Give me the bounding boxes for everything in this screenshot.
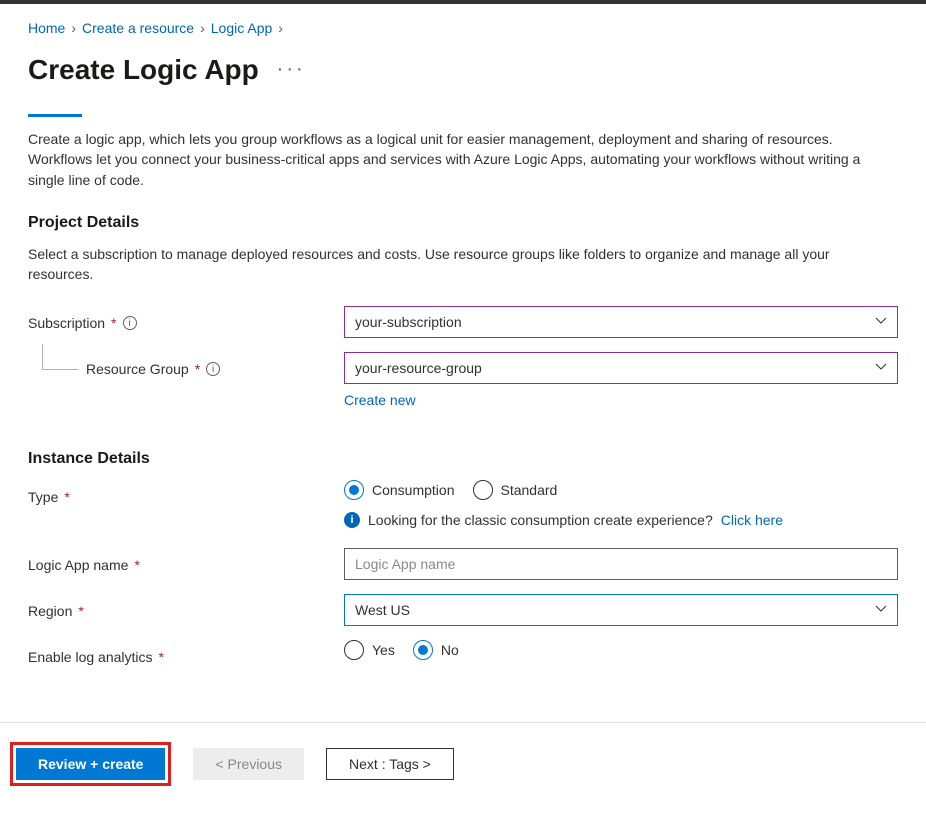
type-label: Type [28,489,58,505]
logic-app-name-input[interactable] [344,548,898,580]
required-icon: * [159,649,164,665]
create-new-link[interactable]: Create new [344,392,416,408]
analytics-no-radio[interactable]: No [413,640,459,660]
breadcrumb: Home › Create a resource › Logic App › [28,20,898,36]
radio-unchecked-icon [344,640,364,660]
next-button[interactable]: Next : Tags > [326,748,454,780]
subscription-value: your-subscription [355,314,462,330]
resource-group-value: your-resource-group [355,360,482,376]
footer-toolbar: Review + create < Previous Next : Tags > [0,722,926,804]
enable-log-analytics-label: Enable log analytics [28,649,153,665]
more-actions-icon[interactable]: ··· [277,58,306,80]
page-title: Create Logic App [28,54,259,86]
radio-checked-icon [413,640,433,660]
classic-experience-link[interactable]: Click here [721,512,783,528]
region-select[interactable]: West US [344,594,898,626]
info-icon[interactable]: i [206,362,220,376]
info-icon: i [344,512,360,528]
project-details-heading: Project Details [28,214,898,232]
type-standard-label: Standard [501,482,558,498]
region-label: Region [28,603,72,619]
tree-line-icon [42,344,78,370]
analytics-yes-label: Yes [372,642,395,658]
radio-unchecked-icon [473,480,493,500]
subscription-label: Subscription [28,315,105,331]
chevron-right-icon: › [71,20,76,36]
breadcrumb-create-resource[interactable]: Create a resource [82,20,194,36]
type-standard-radio[interactable]: Standard [473,480,558,500]
info-icon[interactable]: i [123,316,137,330]
required-icon: * [134,557,139,573]
required-icon: * [78,603,83,619]
chevron-down-icon [875,314,887,330]
subscription-select[interactable]: your-subscription [344,306,898,338]
type-consumption-radio[interactable]: Consumption [344,480,455,500]
page-description: Create a logic app, which lets you group… [28,129,898,190]
chevron-down-icon [875,360,887,376]
type-consumption-label: Consumption [372,482,455,498]
breadcrumb-logic-app[interactable]: Logic App [211,20,273,36]
project-details-desc: Select a subscription to manage deployed… [28,244,898,285]
chevron-right-icon: › [278,20,283,36]
radio-checked-icon [344,480,364,500]
review-create-button[interactable]: Review + create [16,748,165,780]
breadcrumb-home[interactable]: Home [28,20,65,36]
chevron-down-icon [875,602,887,618]
instance-details-heading: Instance Details [28,450,898,468]
required-icon: * [64,489,69,505]
previous-button[interactable]: < Previous [193,748,304,780]
analytics-no-label: No [441,642,459,658]
required-icon: * [111,315,116,331]
chevron-right-icon: › [200,20,205,36]
resource-group-select[interactable]: your-resource-group [344,352,898,384]
active-tab-indicator [28,114,82,117]
resource-group-label: Resource Group [86,361,189,377]
highlight-box: Review + create [10,742,171,786]
region-value: West US [355,602,410,618]
logic-app-name-label: Logic App name [28,557,128,573]
classic-experience-text: Looking for the classic consumption crea… [368,512,713,528]
analytics-yes-radio[interactable]: Yes [344,640,395,660]
required-icon: * [195,361,200,377]
